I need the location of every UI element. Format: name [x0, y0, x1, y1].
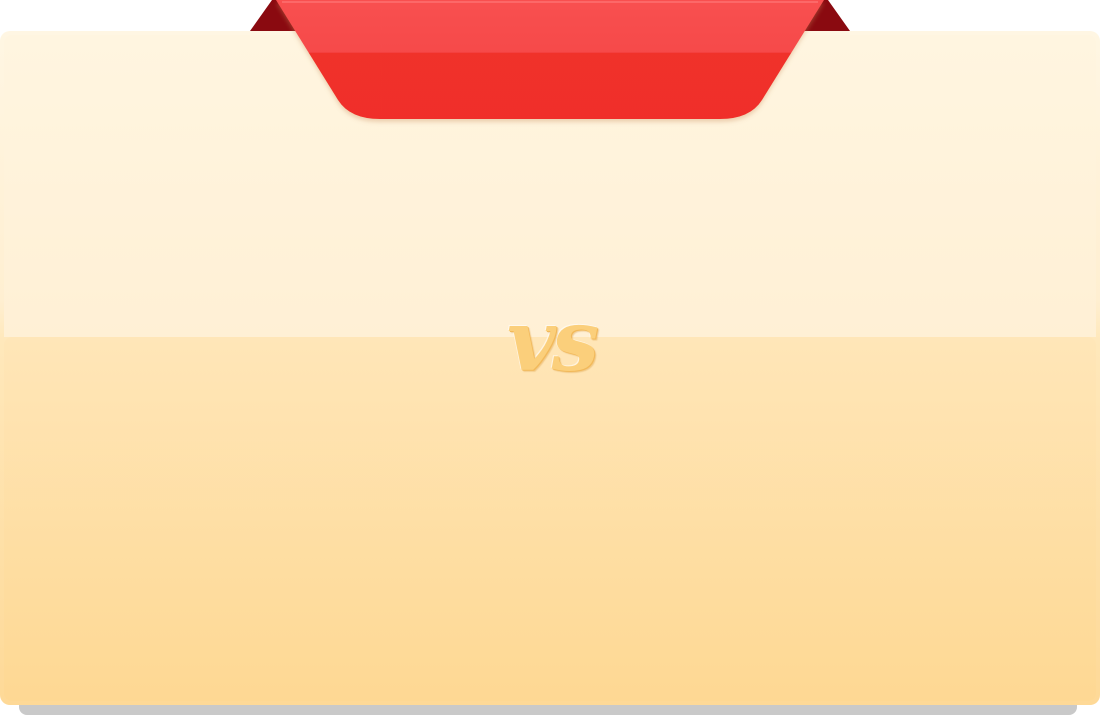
ribbon-banner-icon — [250, 0, 850, 119]
versus-panel: vs — [0, 0, 1100, 716]
card-lower-panel — [4, 337, 1096, 701]
versus-label: vs — [506, 291, 599, 390]
ribbon-body — [276, 0, 824, 119]
